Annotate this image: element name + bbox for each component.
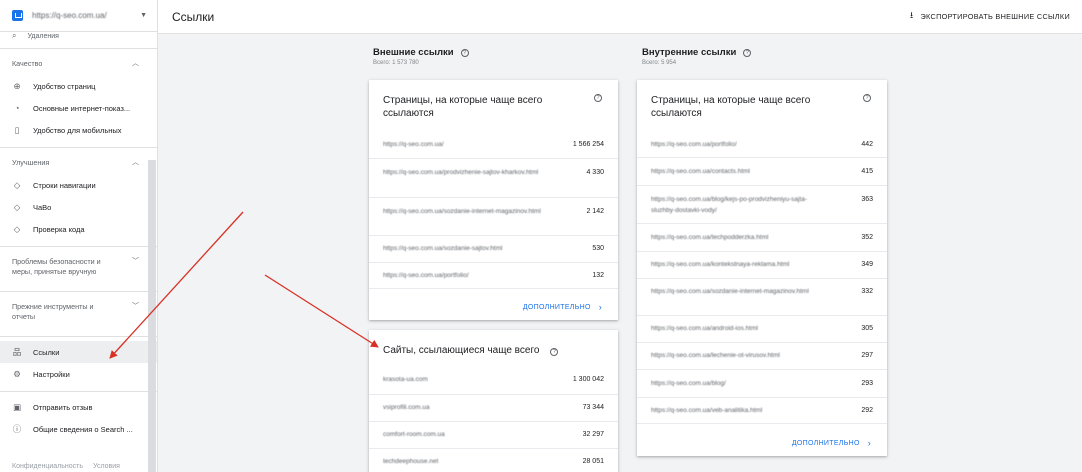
section-enhancements: Улучшения ︿ ◇ Строки навигации ◇ ЧаВо ◇ …: [0, 147, 157, 240]
section-links-settings: 品 Ссылки ⚙ Настройки: [0, 336, 157, 385]
privacy-link[interactable]: Конфиденциальность: [12, 463, 83, 470]
help-icon[interactable]: ?: [594, 94, 602, 102]
chevron-up-icon: ︿: [132, 60, 139, 67]
sidebar: https://q-seo.com.ua/ ▼ ⌕ Удаления Качест…: [0, 0, 158, 472]
external-links-header: Внешние ссылки ? Всего: 1 573 780: [373, 47, 469, 66]
sidebar-item-core-web-vitals[interactable]: ◔ Основные интернет-показ...: [0, 97, 157, 119]
diamond-icon: ◇: [13, 201, 21, 212]
property-selector[interactable]: https://q-seo.com.ua/ ▼: [0, 0, 157, 32]
table-row[interactable]: https://q-seo.com.ua/android-ios.html 30…: [637, 316, 887, 343]
table-row[interactable]: vsiprofili.com.ua 73 344: [369, 395, 618, 422]
table-row[interactable]: https://q-seo.com.ua/portfolio/ 442: [637, 132, 887, 158]
table-row[interactable]: https://q-seo.com.ua/blog/ 293: [637, 370, 887, 398]
sidebar-item-links[interactable]: 品 Ссылки: [0, 341, 157, 363]
internal-top-pages-card: Страницы, на которые чаще всего ссылаютс…: [637, 80, 887, 456]
sidebar-item-mobile-usability[interactable]: ▯ Удобство для мобильных: [0, 119, 157, 141]
sidebar-item-settings[interactable]: ⚙ Настройки: [0, 363, 157, 385]
top-header: Ссылки ⭳ ЭКСПОРТИРОВАТЬ ВНЕШНИЕ ССЫЛКИ: [158, 0, 1082, 34]
external-top-pages-card: Страницы, на которые чаще всего ссылаютс…: [369, 80, 618, 320]
section-header-security[interactable]: Проблемы безопасности и меры, принятые в…: [0, 247, 157, 291]
sidebar-scrollbar[interactable]: [148, 160, 156, 472]
gauge-icon: ◔: [14, 103, 20, 113]
help-icon[interactable]: ?: [550, 348, 559, 356]
chevron-right-icon: ›: [598, 302, 602, 312]
sidebar-item-code-check[interactable]: ◇ Проверка кода: [0, 218, 157, 240]
info-icon: ⓘ: [12, 424, 22, 434]
phone-icon: ▯: [14, 124, 20, 135]
table-row[interactable]: https://q-seo.com.ua/veb-analitika.html …: [637, 398, 887, 424]
sitemap-icon: 品: [12, 347, 22, 357]
sidebar-item-about[interactable]: ⓘ Общие сведения о Search ...: [0, 418, 157, 440]
table-row[interactable]: krasota-ua.com 1 300 042: [369, 368, 618, 395]
property-url: https://q-seo.com.ua/: [32, 11, 107, 20]
more-button[interactable]: ДОПОЛНИТЕЛЬНО ›: [792, 438, 871, 448]
page-title: Ссылки: [172, 9, 215, 24]
table-row[interactable]: https://q-seo.com.ua/blog/kejs-po-prodvi…: [637, 186, 887, 224]
help-icon[interactable]: ?: [460, 48, 469, 57]
export-external-links-button[interactable]: ⭳ ЭКСПОРТИРОВАТЬ ВНЕШНИЕ ССЫЛКИ: [906, 7, 1074, 25]
content-scrollbar[interactable]: [1074, 35, 1082, 472]
arrow-to-top-sites: [264, 274, 379, 348]
property-icon: [12, 10, 23, 21]
chevron-up-icon: ︿: [132, 159, 139, 166]
section-legacy: Прежние инструменты и отчеты ﹀: [0, 291, 157, 336]
sidebar-item-removals[interactable]: ⌕ Удаления: [0, 32, 157, 46]
external-top-sites-card: Сайты, ссылающиеся чаще всего ? krasota-…: [369, 330, 618, 472]
help-icon[interactable]: ?: [743, 48, 752, 57]
sidebar-item-feedback[interactable]: ▣ Отправить отзыв: [0, 396, 157, 418]
internal-links-total: Всего: 5 954: [642, 60, 677, 66]
table-row[interactable]: https://q-seo.com.ua/techpodderzka.html …: [637, 224, 887, 252]
terms-link[interactable]: Условия: [93, 463, 120, 470]
diamond-icon: ◇: [13, 179, 21, 190]
section-security: Проблемы безопасности и меры, принятые в…: [0, 246, 157, 291]
help-icon[interactable]: ?: [863, 94, 871, 102]
sidebar-item-breadcrumbs[interactable]: ◇ Строки навигации: [0, 174, 157, 196]
section-quality: Качество ︿ ⊕ Удобство страниц ◔ Основные…: [0, 48, 157, 141]
chevron-down-icon: ﹀: [132, 303, 139, 310]
table-row[interactable]: https://q-seo.com.ua/ 1 566 254: [369, 132, 618, 159]
internal-links-header: Внутренние ссылки ? Всего: 5 954: [642, 47, 752, 66]
chevron-right-icon: ›: [867, 438, 871, 448]
table-row[interactable]: https://q-seo.com.ua/portfolio/ 132: [369, 263, 618, 289]
external-links-title: Внешние ссылки: [373, 47, 454, 58]
section-header-quality[interactable]: Качество ︿: [0, 49, 157, 75]
table-row[interactable]: techdeephouse.net 28 051: [369, 449, 618, 472]
card-title: Страницы, на которые чаще всего ссылаютс…: [651, 95, 811, 119]
table-row[interactable]: https://q-seo.com.ua/sozdanie-internet-m…: [369, 198, 618, 236]
feedback-icon: ▣: [12, 401, 22, 412]
sidebar-item-faq[interactable]: ◇ ЧаВо: [0, 196, 157, 218]
caret-down-icon: ▼: [140, 12, 147, 19]
card-title: Страницы, на которые чаще всего ссылаютс…: [383, 95, 543, 119]
more-button[interactable]: ДОПОЛНИТЕЛЬНО ›: [523, 302, 602, 312]
sidebar-item-page-experience[interactable]: ⊕ Удобство страниц: [0, 75, 157, 97]
search-icon: ⌕: [12, 32, 17, 40]
table-row[interactable]: https://q-seo.com.ua/contacts.html 415: [637, 158, 887, 186]
chevron-down-icon: ﹀: [132, 258, 139, 265]
external-links-total: Всего: 1 573 780: [373, 60, 419, 66]
download-icon: ⭳: [910, 10, 914, 20]
card-title: Сайты, ссылающиеся чаще всего: [383, 345, 540, 356]
table-row[interactable]: https://q-seo.com.ua/lechenie-ot-virusov…: [637, 343, 887, 370]
table-row[interactable]: https://q-seo.com.ua/sozdanie-sajtov.htm…: [369, 236, 618, 263]
section-header-enhancements[interactable]: Улучшения ︿: [0, 148, 157, 174]
table-row[interactable]: comfort-room.com.ua 32 297: [369, 422, 618, 449]
diamond-icon: ◇: [13, 223, 21, 234]
section-misc: ▣ Отправить отзыв ⓘ Общие сведения о Sea…: [0, 391, 157, 440]
gear-icon: ⚙: [13, 368, 21, 379]
plus-circle-icon: ⊕: [13, 80, 21, 91]
section-header-legacy[interactable]: Прежние инструменты и отчеты ﹀: [0, 292, 157, 336]
table-row[interactable]: https://q-seo.com.ua/kontekstnaya-reklam…: [637, 252, 887, 279]
internal-links-title: Внутренние ссылки: [642, 47, 737, 58]
sidebar-footer: Конфиденциальность Условия: [12, 463, 120, 470]
table-row[interactable]: https://q-seo.com.ua/sozdanie-internet-m…: [637, 279, 887, 316]
table-row[interactable]: https://q-seo.com.ua/prodvizhenie-sajtov…: [369, 159, 618, 198]
